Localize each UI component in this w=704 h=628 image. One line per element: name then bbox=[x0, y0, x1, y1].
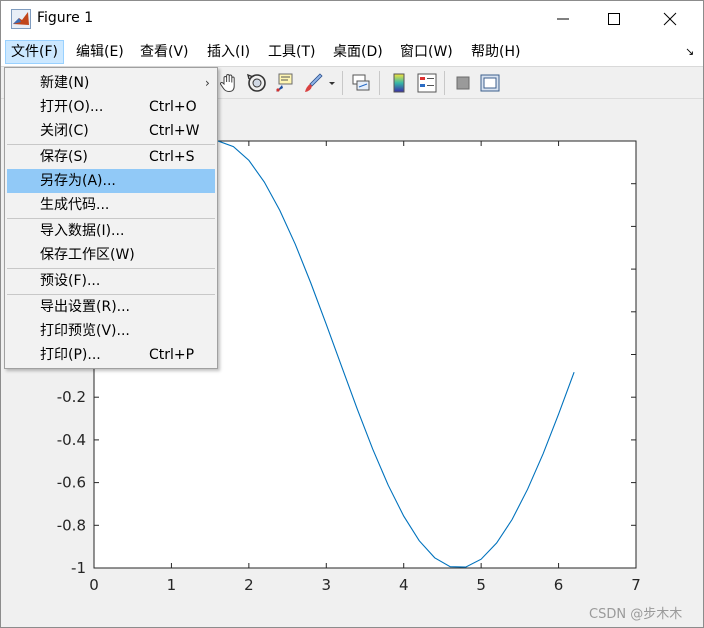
menu-item-label: 保存工作区(W) bbox=[40, 247, 135, 263]
menu-item-label: 保存(S) bbox=[40, 149, 88, 165]
legend-icon[interactable] bbox=[415, 71, 439, 95]
brush-dropdown-icon[interactable] bbox=[327, 71, 337, 95]
x-tick-label: 3 bbox=[322, 576, 332, 594]
menu-file[interactable]: 文件(F) bbox=[5, 40, 64, 64]
menu-edit[interactable]: 编辑(E) bbox=[71, 40, 129, 64]
menu-item-save[interactable]: 保存(S) Ctrl+S bbox=[7, 145, 215, 169]
menu-item-new[interactable]: 新建(N) › bbox=[7, 71, 215, 95]
menu-item-export-setup[interactable]: 导出设置(R)... bbox=[7, 295, 215, 319]
menu-insert[interactable]: 插入(I) bbox=[202, 40, 255, 64]
menu-item-label: 预设(F)... bbox=[40, 273, 101, 289]
menu-item-label: 生成代码... bbox=[40, 197, 110, 213]
x-tick-label: 5 bbox=[476, 576, 486, 594]
menu-item-label: 打印(P)... bbox=[40, 347, 101, 363]
y-tick-label: -0.6 bbox=[57, 474, 86, 492]
menu-item-label: 新建(N) bbox=[40, 75, 90, 91]
submenu-arrow-icon: › bbox=[205, 76, 210, 90]
menu-item-save-as[interactable]: 另存为(A)... bbox=[7, 169, 215, 193]
figure-window: Figure 1 文件(F) 编辑(E) 查看(V) 插入(I) 工具(T) 桌… bbox=[0, 0, 704, 628]
x-tick-label: 4 bbox=[399, 576, 409, 594]
menu-item-preferences[interactable]: 预设(F)... bbox=[7, 269, 215, 293]
menu-item-label: 另存为(A)... bbox=[40, 173, 116, 189]
menu-item-shortcut: Ctrl+P bbox=[149, 347, 195, 363]
toolbar-separator bbox=[342, 71, 343, 95]
menu-window[interactable]: 窗口(W) bbox=[395, 40, 458, 64]
menu-item-label: 关闭(C) bbox=[40, 123, 89, 139]
y-tick-label: -0.8 bbox=[57, 516, 86, 534]
menu-item-save-workspace[interactable]: 保存工作区(W) bbox=[7, 243, 215, 267]
window-title: Figure 1 bbox=[37, 10, 94, 26]
menu-item-close[interactable]: 关闭(C) Ctrl+W bbox=[7, 119, 215, 143]
x-tick-label: 6 bbox=[554, 576, 564, 594]
minimize-button[interactable] bbox=[541, 1, 587, 37]
menu-item-shortcut: Ctrl+O bbox=[149, 99, 197, 115]
menu-item-label: 导出设置(R)... bbox=[40, 299, 131, 315]
maximize-icon bbox=[608, 13, 620, 25]
menu-desktop[interactable]: 桌面(D) bbox=[328, 40, 388, 64]
menu-item-generate-code[interactable]: 生成代码... bbox=[7, 193, 215, 217]
watermark: CSDN @步木木 bbox=[589, 607, 683, 622]
title-bar: Figure 1 bbox=[1, 1, 703, 37]
y-tick-label: -1 bbox=[71, 559, 86, 577]
data-cursor-icon[interactable] bbox=[273, 71, 297, 95]
x-tick-label: 1 bbox=[167, 576, 177, 594]
menu-tools[interactable]: 工具(T) bbox=[263, 40, 320, 64]
file-menu-dropdown: 新建(N) › 打开(O)... Ctrl+O 关闭(C) Ctrl+W 保存(… bbox=[4, 67, 218, 369]
menu-item-print-preview[interactable]: 打印预览(V)... bbox=[7, 319, 215, 343]
close-button[interactable] bbox=[647, 1, 693, 37]
menu-item-shortcut: Ctrl+S bbox=[149, 149, 195, 165]
menu-item-print[interactable]: 打印(P)... Ctrl+P bbox=[7, 343, 215, 367]
menu-item-label: 打印预览(V)... bbox=[40, 323, 130, 339]
x-tick-label: 0 bbox=[89, 576, 99, 594]
y-tick-label: -0.4 bbox=[57, 431, 86, 449]
menu-item-open[interactable]: 打开(O)... Ctrl+O bbox=[7, 95, 215, 119]
menu-view[interactable]: 查看(V) bbox=[135, 40, 194, 64]
colorbar-icon[interactable] bbox=[387, 71, 411, 95]
menu-item-shortcut: Ctrl+W bbox=[149, 123, 200, 139]
minimize-icon bbox=[557, 18, 569, 20]
close-icon bbox=[663, 12, 677, 26]
maximize-button[interactable] bbox=[591, 1, 637, 37]
menubar-overflow-icon[interactable]: ↘ bbox=[685, 45, 694, 58]
show-plot-tools-icon[interactable] bbox=[478, 71, 502, 95]
menu-help[interactable]: 帮助(H) bbox=[466, 40, 525, 64]
rotate-3d-icon[interactable] bbox=[245, 71, 269, 95]
matlab-logo-icon bbox=[11, 9, 31, 29]
y-tick-label: -0.2 bbox=[57, 388, 86, 406]
toolbar-separator bbox=[444, 71, 445, 95]
menu-item-label: 打开(O)... bbox=[40, 99, 104, 115]
x-tick-label: 2 bbox=[244, 576, 254, 594]
toolbar-separator bbox=[379, 71, 380, 95]
x-tick-label: 7 bbox=[631, 576, 641, 594]
pan-hand-icon[interactable] bbox=[217, 71, 241, 95]
menu-bar: 文件(F) 编辑(E) 查看(V) 插入(I) 工具(T) 桌面(D) 窗口(W… bbox=[1, 37, 703, 67]
link-plot-icon[interactable] bbox=[349, 71, 373, 95]
brush-icon[interactable] bbox=[301, 71, 325, 95]
hide-plot-tools-icon[interactable] bbox=[451, 71, 475, 95]
menu-item-import-data[interactable]: 导入数据(I)... bbox=[7, 219, 215, 243]
menu-item-label: 导入数据(I)... bbox=[40, 223, 125, 239]
